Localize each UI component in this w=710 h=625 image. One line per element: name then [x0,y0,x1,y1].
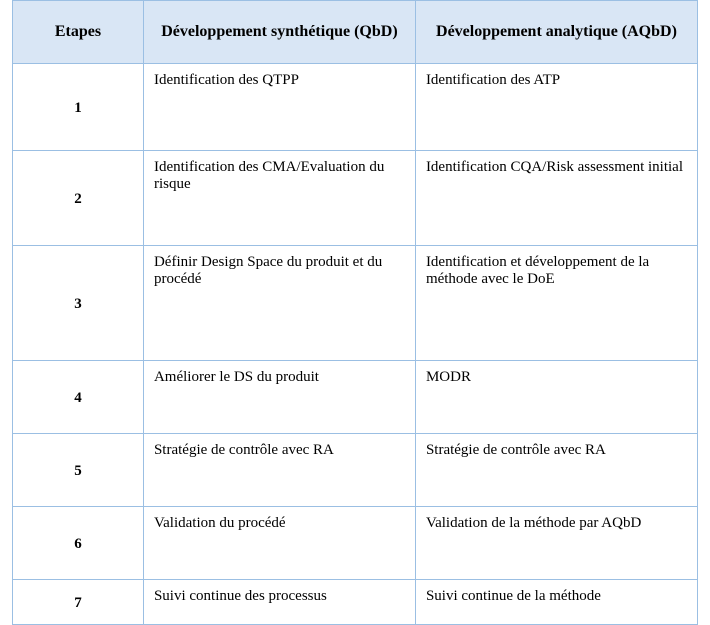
table-row: 3 Définir Design Space du produit et du … [13,246,698,361]
cell-aqbd: Suivi continue de la méthode [415,580,697,625]
step-number: 4 [13,361,144,434]
cell-aqbd: MODR [415,361,697,434]
cell-qbd: Identification des QTPP [143,64,415,151]
table-row: 7 Suivi continue des processus Suivi con… [13,580,698,625]
cell-qbd: Validation du procédé [143,507,415,580]
table-row: 1 Identification des QTPP Identification… [13,64,698,151]
step-number: 2 [13,151,144,246]
cell-qbd: Identification des CMA/Evaluation du ris… [143,151,415,246]
cell-qbd: Stratégie de contrôle avec RA [143,434,415,507]
step-number: 3 [13,246,144,361]
step-number: 6 [13,507,144,580]
cell-qbd: Suivi continue des processus [143,580,415,625]
table-row: 6 Validation du procédé Validation de la… [13,507,698,580]
cell-aqbd: Validation de la méthode par AQbD [415,507,697,580]
header-etapes: Etapes [13,1,144,64]
step-number: 7 [13,580,144,625]
header-qbd: Développement synthétique (QbD) [143,1,415,64]
table-row: 5 Stratégie de contrôle avec RA Stratégi… [13,434,698,507]
cell-aqbd: Stratégie de contrôle avec RA [415,434,697,507]
page: Etapes Développement synthétique (QbD) D… [0,0,710,619]
cell-aqbd: Identification CQA/Risk assessment initi… [415,151,697,246]
cell-qbd: Améliorer le DS du produit [143,361,415,434]
step-number: 5 [13,434,144,507]
cell-aqbd: Identification des ATP [415,64,697,151]
cell-qbd: Définir Design Space du produit et du pr… [143,246,415,361]
table-body: 1 Identification des QTPP Identification… [13,64,698,625]
step-number: 1 [13,64,144,151]
table-row: 2 Identification des CMA/Evaluation du r… [13,151,698,246]
table-row: 4 Améliorer le DS du produit MODR [13,361,698,434]
header-aqbd: Développement analytique (AQbD) [415,1,697,64]
comparison-table: Etapes Développement synthétique (QbD) D… [12,0,698,625]
table-header: Etapes Développement synthétique (QbD) D… [13,1,698,64]
cell-aqbd: Identification et développement de la mé… [415,246,697,361]
